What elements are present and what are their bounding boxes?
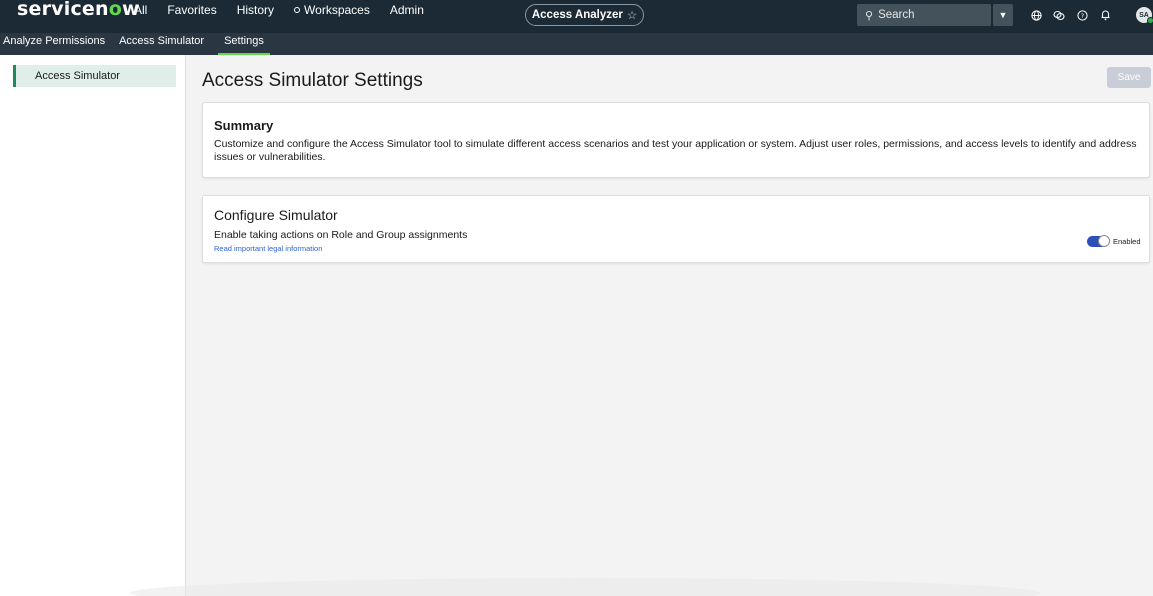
- tab-analyze-permissions[interactable]: Analyze Permissions: [0, 33, 113, 55]
- toggle-status-label: Enabled: [1113, 237, 1141, 246]
- left-sidebar: Access Simulator: [0, 55, 186, 596]
- save-button[interactable]: Save: [1107, 67, 1151, 88]
- favorite-star-icon[interactable]: ☆: [627, 8, 637, 22]
- bell-icon[interactable]: [1098, 8, 1112, 22]
- help-icon[interactable]: ?: [1075, 8, 1089, 22]
- user-avatar[interactable]: SA: [1136, 7, 1153, 24]
- enable-actions-label: Enable taking actions on Role and Group …: [214, 229, 468, 241]
- svg-text:?: ?: [1080, 11, 1083, 19]
- enable-actions-toggle[interactable]: [1087, 235, 1110, 247]
- tab-settings[interactable]: Settings: [218, 33, 270, 55]
- top-nav: All Favorites History Workspaces Admin: [134, 3, 444, 17]
- global-search[interactable]: ⚲ Search: [857, 4, 991, 26]
- nav-favorites[interactable]: Favorites: [167, 3, 216, 17]
- tab-access-simulator[interactable]: Access Simulator: [119, 33, 212, 55]
- workspaces-icon: [294, 6, 301, 13]
- summary-text: Customize and configure the Access Simul…: [214, 138, 1137, 163]
- nav-workspaces[interactable]: Workspaces: [294, 3, 370, 17]
- page-title: Access Simulator Settings: [202, 70, 423, 91]
- configure-heading: Configure Simulator: [214, 207, 338, 223]
- legal-info-link[interactable]: Read important legal information: [214, 244, 322, 253]
- sub-nav: Analyze Permissions Access Simulator Set…: [0, 33, 1153, 55]
- sidebar-item-access-simulator[interactable]: Access Simulator: [13, 65, 176, 87]
- app-title-pill[interactable]: Access Analyzer ☆: [525, 4, 644, 26]
- servicenow-logo[interactable]: servicenow: [0, 0, 140, 19]
- bottom-shadow: [130, 578, 1040, 596]
- nav-all[interactable]: All: [134, 3, 147, 17]
- nav-admin[interactable]: Admin: [390, 3, 424, 17]
- summary-card: Summary Customize and configure the Acce…: [202, 102, 1150, 178]
- nav-history[interactable]: History: [237, 3, 274, 17]
- configure-simulator-card: Configure Simulator Enable taking action…: [202, 195, 1150, 263]
- globe-icon[interactable]: [1029, 8, 1043, 22]
- search-icon: ⚲: [865, 9, 874, 22]
- toggle-knob: [1098, 235, 1110, 247]
- chevron-down-icon: ▼: [998, 10, 1008, 20]
- top-header: servicenow All Favorites History Workspa…: [0, 0, 1153, 33]
- presence-indicator: [1147, 17, 1153, 24]
- summary-heading: Summary: [214, 118, 274, 133]
- search-scope-dropdown[interactable]: ▼: [993, 4, 1013, 26]
- chat-icon[interactable]: [1052, 8, 1066, 22]
